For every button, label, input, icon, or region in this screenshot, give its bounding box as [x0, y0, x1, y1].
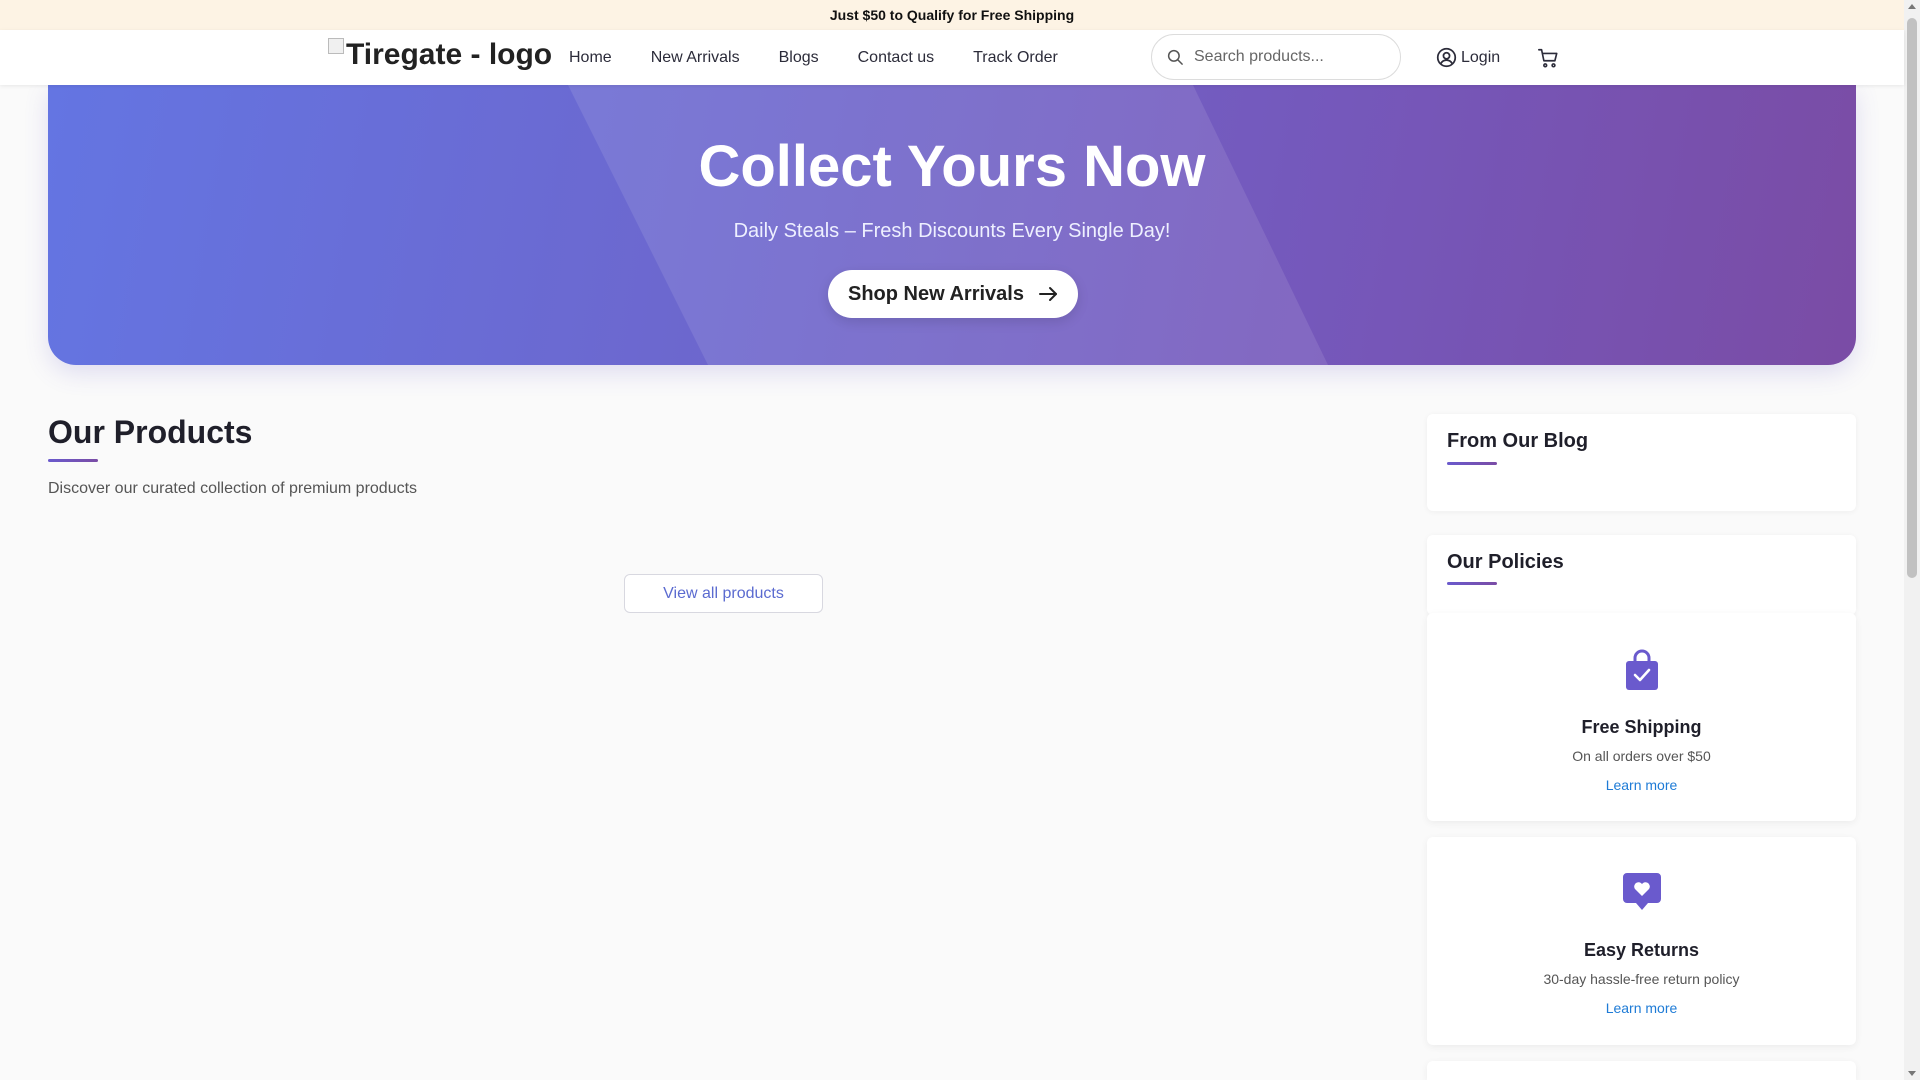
- policy-card-free-shipping: Free Shipping On all orders over $50 Lea…: [1427, 613, 1856, 821]
- products-title: Our Products: [48, 414, 253, 450]
- cta-label: Shop New Arrivals: [848, 282, 1024, 305]
- scrollbar-thumb[interactable]: [1907, 18, 1917, 578]
- policy-title: Free Shipping: [1581, 717, 1702, 737]
- cart-icon: [1538, 48, 1558, 68]
- policy-learn-more-link[interactable]: Learn more: [1427, 777, 1856, 793]
- policy-learn-more-link[interactable]: Learn more: [1427, 1000, 1856, 1016]
- nav-new-arrivals[interactable]: New Arrivals: [651, 49, 740, 67]
- nav-home[interactable]: Home: [569, 49, 612, 67]
- main-nav: Home New Arrivals Blogs Contact us Track…: [569, 30, 1097, 85]
- announcement-text: Just $50 to Qualify for Free Shipping: [829, 7, 1075, 23]
- policy-description: On all orders over $50: [1572, 748, 1711, 764]
- view-all-products-button[interactable]: View all products: [624, 574, 823, 613]
- search-input[interactable]: [1194, 48, 1384, 66]
- nav-track-order[interactable]: Track Order: [973, 49, 1058, 67]
- site-header: Tiregate - logo Home New Arrivals Blogs …: [0, 30, 1904, 85]
- user-circle-icon: [1436, 47, 1457, 68]
- nav-blogs[interactable]: Blogs: [779, 49, 819, 67]
- hero-banner: Collect Yours Now Daily Steals – Fresh D…: [48, 85, 1856, 365]
- policies-card: Our Policies: [1427, 535, 1856, 615]
- shop-new-arrivals-button[interactable]: Shop New Arrivals: [828, 270, 1078, 318]
- shopping-bag-check-icon: [1625, 649, 1658, 690]
- broken-image-icon: [328, 38, 344, 54]
- blog-title: From Our Blog: [1447, 430, 1589, 452]
- products-title-underline: [48, 459, 98, 462]
- search-icon: [1167, 49, 1183, 65]
- nav-contact-us[interactable]: Contact us: [858, 49, 934, 67]
- blog-title-underline: [1447, 462, 1497, 465]
- policies-title: Our Policies: [1447, 551, 1564, 573]
- arrow-right-icon: [1038, 287, 1057, 301]
- policies-title-underline: [1447, 582, 1497, 585]
- policy-description: 30-day hassle-free return policy: [1543, 971, 1740, 987]
- search-box[interactable]: [1151, 34, 1401, 80]
- logo-link[interactable]: Tiregate - logo: [328, 38, 552, 72]
- login-link[interactable]: Login: [1436, 30, 1500, 85]
- policy-title: Easy Returns: [1583, 940, 1700, 960]
- page-scrollbar[interactable]: [1904, 0, 1920, 1080]
- cart-button[interactable]: [1537, 47, 1559, 74]
- logo-alt-text: Tiregate - logo: [346, 38, 553, 71]
- heart-message-icon: [1622, 873, 1661, 910]
- blog-card: From Our Blog: [1427, 414, 1856, 511]
- scroll-up-arrow-icon[interactable]: [1908, 4, 1916, 9]
- policy-card-next: [1427, 1061, 1856, 1080]
- scroll-down-arrow-icon[interactable]: [1908, 1071, 1916, 1076]
- hero-subtitle: Daily Steals – Fresh Discounts Every Sin…: [733, 220, 1171, 242]
- products-subtitle: Discover our curated collection of premi…: [48, 480, 418, 497]
- hero-title: Collect Yours Now: [698, 134, 1206, 199]
- login-label: Login: [1461, 48, 1501, 66]
- announcement-bar: Just $50 to Qualify for Free Shipping: [0, 0, 1904, 30]
- policy-card-easy-returns: Easy Returns 30-day hassle-free return p…: [1427, 837, 1856, 1045]
